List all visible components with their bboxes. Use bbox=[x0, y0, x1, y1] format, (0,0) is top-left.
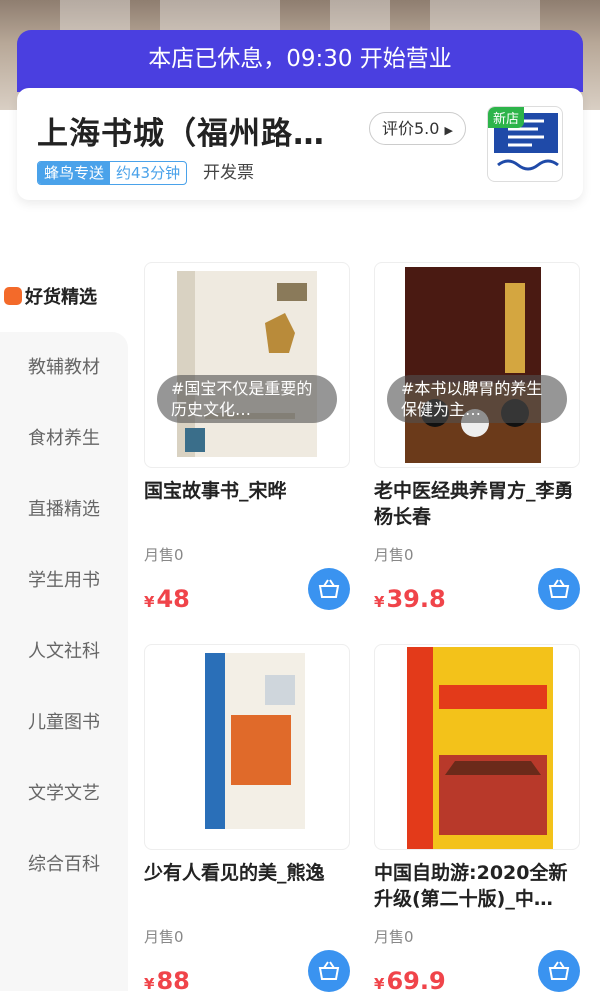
product-title[interactable]: 少有人看见的美_熊逸 bbox=[144, 860, 350, 912]
add-to-cart-button[interactable] bbox=[308, 950, 350, 992]
closed-banner: 本店已休息，09:30 开始营业 bbox=[17, 30, 583, 92]
delivery-time: 约43分钟 bbox=[116, 164, 181, 182]
sidebar-item-children-books[interactable]: 儿童图书 bbox=[0, 687, 128, 758]
product-card[interactable]: #本书以脾胃的养生保健为主… 老中医经典养胃方_李勇 杨长春 月售0 ¥39.8 bbox=[374, 262, 580, 613]
sidebar-item-humanities[interactable]: 人文社科 bbox=[0, 616, 128, 687]
book-cover-beauty bbox=[205, 653, 305, 829]
basket-icon bbox=[318, 961, 340, 980]
sidebar-item-encyclopedia[interactable]: 综合百科 bbox=[0, 829, 128, 900]
product-image[interactable]: #本书以脾胃的养生保健为主… bbox=[374, 262, 580, 468]
basket-icon bbox=[548, 579, 570, 598]
product-image[interactable]: #国宝不仅是重要的历史文化… bbox=[144, 262, 350, 468]
product-title[interactable]: 老中医经典养胃方_李勇 杨长春 bbox=[374, 478, 580, 530]
sidebar-item-live-picks[interactable]: 直播精选 bbox=[0, 474, 128, 545]
sidebar-item-featured[interactable]: 好货精选 bbox=[0, 260, 128, 332]
product-description-overlay: #国宝不仅是重要的历史文化… bbox=[157, 375, 337, 423]
add-to-cart-button[interactable] bbox=[538, 568, 580, 610]
sidebar-item-textbooks[interactable]: 教辅教材 bbox=[0, 332, 128, 403]
product-title[interactable]: 中国自助游:2020全新升级(第二十版)_中… bbox=[374, 860, 580, 912]
book-cover-national-treasure bbox=[177, 271, 317, 457]
product-title[interactable]: 国宝故事书_宋晔 bbox=[144, 478, 350, 530]
sidebar-item-literature[interactable]: 文学文艺 bbox=[0, 758, 128, 829]
sidebar-item-student-books[interactable]: 学生用书 bbox=[0, 545, 128, 616]
shop-logo: 新店 bbox=[487, 106, 563, 182]
shop-info-card[interactable]: 上海书城（福州路… 评价5.0 ▶ 蜂鸟专送 约43分钟 开发票 新店 bbox=[17, 88, 583, 200]
delivery-tag-label: 蜂鸟专送 bbox=[38, 162, 111, 184]
monthly-sales: 月售0 bbox=[374, 546, 414, 564]
monthly-sales: 月售0 bbox=[144, 546, 184, 564]
add-to-cart-button[interactable] bbox=[308, 568, 350, 610]
basket-icon bbox=[318, 579, 340, 598]
book-cover-stomach-care bbox=[405, 267, 541, 463]
new-store-badge: 新店 bbox=[488, 107, 525, 128]
product-card[interactable]: 少有人看见的美_熊逸 月售0 ¥88 bbox=[144, 644, 350, 995]
product-card[interactable]: #国宝不仅是重要的历史文化… 国宝故事书_宋晔 月售0 ¥48 bbox=[144, 262, 350, 613]
rating-button[interactable]: 评价5.0 ▶ bbox=[369, 112, 466, 145]
shop-name[interactable]: 上海书城（福州路… bbox=[37, 108, 325, 153]
product-card[interactable]: 中国自助游:2020全新升级(第二十版)_中… 月售0 ¥69.9 bbox=[374, 644, 580, 995]
rating-label: 评价5.0 bbox=[381, 119, 440, 138]
basket-icon bbox=[548, 961, 570, 980]
category-sidebar: 好货精选 教辅教材 食材养生 直播精选 学生用书 人文社科 儿童图书 文学文艺 … bbox=[0, 260, 128, 991]
invoice-label: 开发票 bbox=[203, 163, 254, 183]
sidebar-item-health-food[interactable]: 食材养生 bbox=[0, 403, 128, 474]
monthly-sales: 月售0 bbox=[374, 928, 414, 946]
book-cover-china-travel bbox=[407, 647, 553, 849]
sidebar-item-label: 好货精选 bbox=[25, 287, 97, 308]
add-to-cart-button[interactable] bbox=[538, 950, 580, 992]
chevron-right-icon: ▶ bbox=[444, 124, 453, 137]
product-description-overlay: #本书以脾胃的养生保健为主… bbox=[387, 375, 567, 423]
delivery-tag: 蜂鸟专送 约43分钟 bbox=[37, 161, 188, 185]
product-image[interactable] bbox=[374, 644, 580, 850]
product-image[interactable] bbox=[144, 644, 350, 850]
monthly-sales: 月售0 bbox=[144, 928, 184, 946]
heart-icon bbox=[4, 287, 22, 305]
